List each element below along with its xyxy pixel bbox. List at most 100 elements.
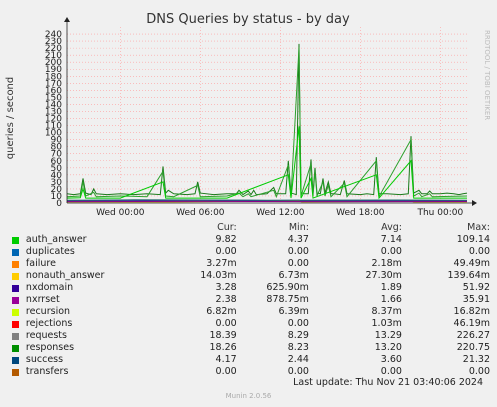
legend-swatch — [12, 344, 19, 352]
x-axis-arrow — [472, 200, 477, 206]
legend-cur: 9.82 — [215, 234, 237, 245]
y-tick-label: 240 — [45, 30, 62, 40]
legend-name: success — [25, 354, 64, 365]
legend-avg: 7.14 — [380, 234, 402, 245]
legend-row-requests: requests 18.39 8.29 13.29 226.27 — [12, 330, 490, 342]
legend-header-min: Min: — [288, 222, 309, 233]
rrdtool-credit: RRDTOOL / TOBI OETIKER — [483, 30, 491, 120]
legend-cur: 3.28 — [215, 282, 237, 293]
legend-swatch — [12, 332, 19, 340]
x-tick-label: Wed 06:00 — [176, 208, 225, 218]
legend-min: 6.73m — [278, 270, 309, 281]
legend-avg: 27.30m — [365, 270, 402, 281]
legend-min: 0.00 — [287, 318, 309, 329]
legend-cur: 14.03m — [200, 270, 237, 281]
legend-max: 0.00 — [468, 246, 490, 257]
legend-swatch — [12, 308, 19, 316]
legend-max: 226.27 — [456, 330, 490, 341]
axes: 0102030405060708090100110120130140150160… — [45, 17, 477, 218]
legend-max: 46.19m — [453, 318, 490, 329]
legend-cur: 0.00 — [215, 318, 237, 329]
legend-avg: 2.18m — [371, 258, 402, 269]
legend-header-max: Max: — [467, 222, 490, 233]
legend-cur: 0.00 — [215, 246, 237, 257]
x-tick-label: Wed 18:00 — [336, 208, 385, 218]
y-axis-arrow — [64, 17, 70, 22]
legend-name: transfers — [25, 366, 69, 377]
legend-row-recursion: recursion 6.82m 6.39m 8.37m 16.82m — [12, 306, 490, 318]
legend-swatch — [12, 320, 19, 328]
legend-name: recursion — [25, 306, 71, 317]
munin-version: Munin 2.0.56 — [225, 392, 272, 400]
legend-header-cur: Cur: — [217, 222, 237, 233]
legend-min: 878.75m — [266, 294, 309, 305]
legend-row-success: success 4.17 2.44 3.60 21.32 — [12, 354, 490, 366]
x-tick-label: Wed 00:00 — [96, 208, 145, 218]
legend-avg: 13.20 — [374, 342, 402, 353]
legend-avg: 0.00 — [380, 246, 402, 257]
legend-cur: 18.39 — [209, 330, 237, 341]
series-line-requests — [66, 43, 468, 196]
legend-name: requests — [25, 330, 67, 341]
legend-name: responses — [25, 342, 75, 353]
legend-swatch — [12, 284, 19, 292]
legend-min: 0.00 — [287, 258, 309, 269]
legend-swatch — [12, 260, 19, 268]
legend-header: Cur: Min: Avg: Max: — [12, 222, 490, 234]
legend-row-auth_answer: auth_answer 9.82 4.37 7.14 109.14 — [12, 234, 490, 246]
legend-avg: 13.29 — [374, 330, 402, 341]
legend-cur: 0.00 — [215, 366, 237, 377]
legend-cur: 2.38 — [215, 294, 237, 305]
legend-row-nxrrset: nxrrset 2.38 878.75m 1.66 35.91 — [12, 294, 490, 306]
series-line-responses — [66, 47, 468, 199]
legend-header-avg: Avg: — [381, 222, 402, 233]
legend-avg: 1.66 — [380, 294, 402, 305]
legend-avg: 3.60 — [380, 354, 402, 365]
legend-min: 4.37 — [287, 234, 309, 245]
legend-avg: 1.89 — [380, 282, 402, 293]
legend-name: nxrrset — [25, 294, 60, 305]
chart: DNS Queries by status - by day queries /… — [5, 12, 491, 218]
series-line-auth_answer — [66, 126, 467, 200]
legend-cur: 6.82m — [206, 306, 237, 317]
legend-max: 51.92 — [462, 282, 490, 293]
legend-name: nonauth_answer — [25, 270, 105, 281]
legend-row-nxdomain: nxdomain 3.28 625.90m 1.89 51.92 — [12, 282, 490, 294]
legend-row-responses: responses 18.26 8.23 13.20 220.75 — [12, 342, 490, 354]
x-tick-label: Thu 00:00 — [416, 208, 463, 218]
legend-cur: 3.27m — [206, 258, 237, 269]
legend-min: 8.29 — [287, 330, 309, 341]
legend-swatch — [12, 272, 19, 280]
legend-min: 625.90m — [266, 282, 309, 293]
legend-row-nonauth_answer: nonauth_answer 14.03m 6.73m 27.30m 139.64m — [12, 270, 490, 282]
legend-max: 21.32 — [462, 354, 490, 365]
legend-swatch — [12, 368, 19, 376]
y-axis-label: queries / second — [5, 77, 16, 159]
last-update: Last update: Thu Nov 21 03:40:06 2024 — [293, 377, 483, 388]
chart-title: DNS Queries by status - by day — [146, 12, 350, 27]
legend-min: 2.44 — [287, 354, 309, 365]
legend-swatch — [12, 296, 19, 304]
legend-avg: 8.37m — [371, 306, 402, 317]
legend-name: rejections — [25, 318, 73, 329]
legend-min: 6.39m — [278, 306, 309, 317]
legend-row-failure: failure 3.27m 0.00 2.18m 49.49m — [12, 258, 490, 270]
grid — [67, 27, 467, 203]
legend-avg: 1.03m — [371, 318, 402, 329]
legend-name: failure — [25, 258, 56, 269]
legend: Cur: Min: Avg: Max: auth_answer 9.82 4.37 7… — [12, 222, 490, 378]
x-tick-label: Wed 12:00 — [256, 208, 305, 218]
legend-name: duplicates — [25, 246, 75, 257]
legend-max: 35.91 — [462, 294, 490, 305]
legend-min: 8.23 — [287, 342, 309, 353]
legend-max: 220.75 — [456, 342, 490, 353]
series-lines — [66, 43, 468, 203]
legend-max: 49.49m — [453, 258, 490, 269]
legend-max: 139.64m — [447, 270, 491, 281]
legend-max: 16.82m — [453, 306, 490, 317]
legend-max: 109.14 — [456, 234, 490, 245]
legend-cur: 4.17 — [215, 354, 237, 365]
legend-swatch — [12, 236, 19, 244]
legend-swatch — [12, 248, 19, 256]
legend-row-rejections: rejections 0.00 0.00 1.03m 46.19m — [12, 318, 490, 330]
